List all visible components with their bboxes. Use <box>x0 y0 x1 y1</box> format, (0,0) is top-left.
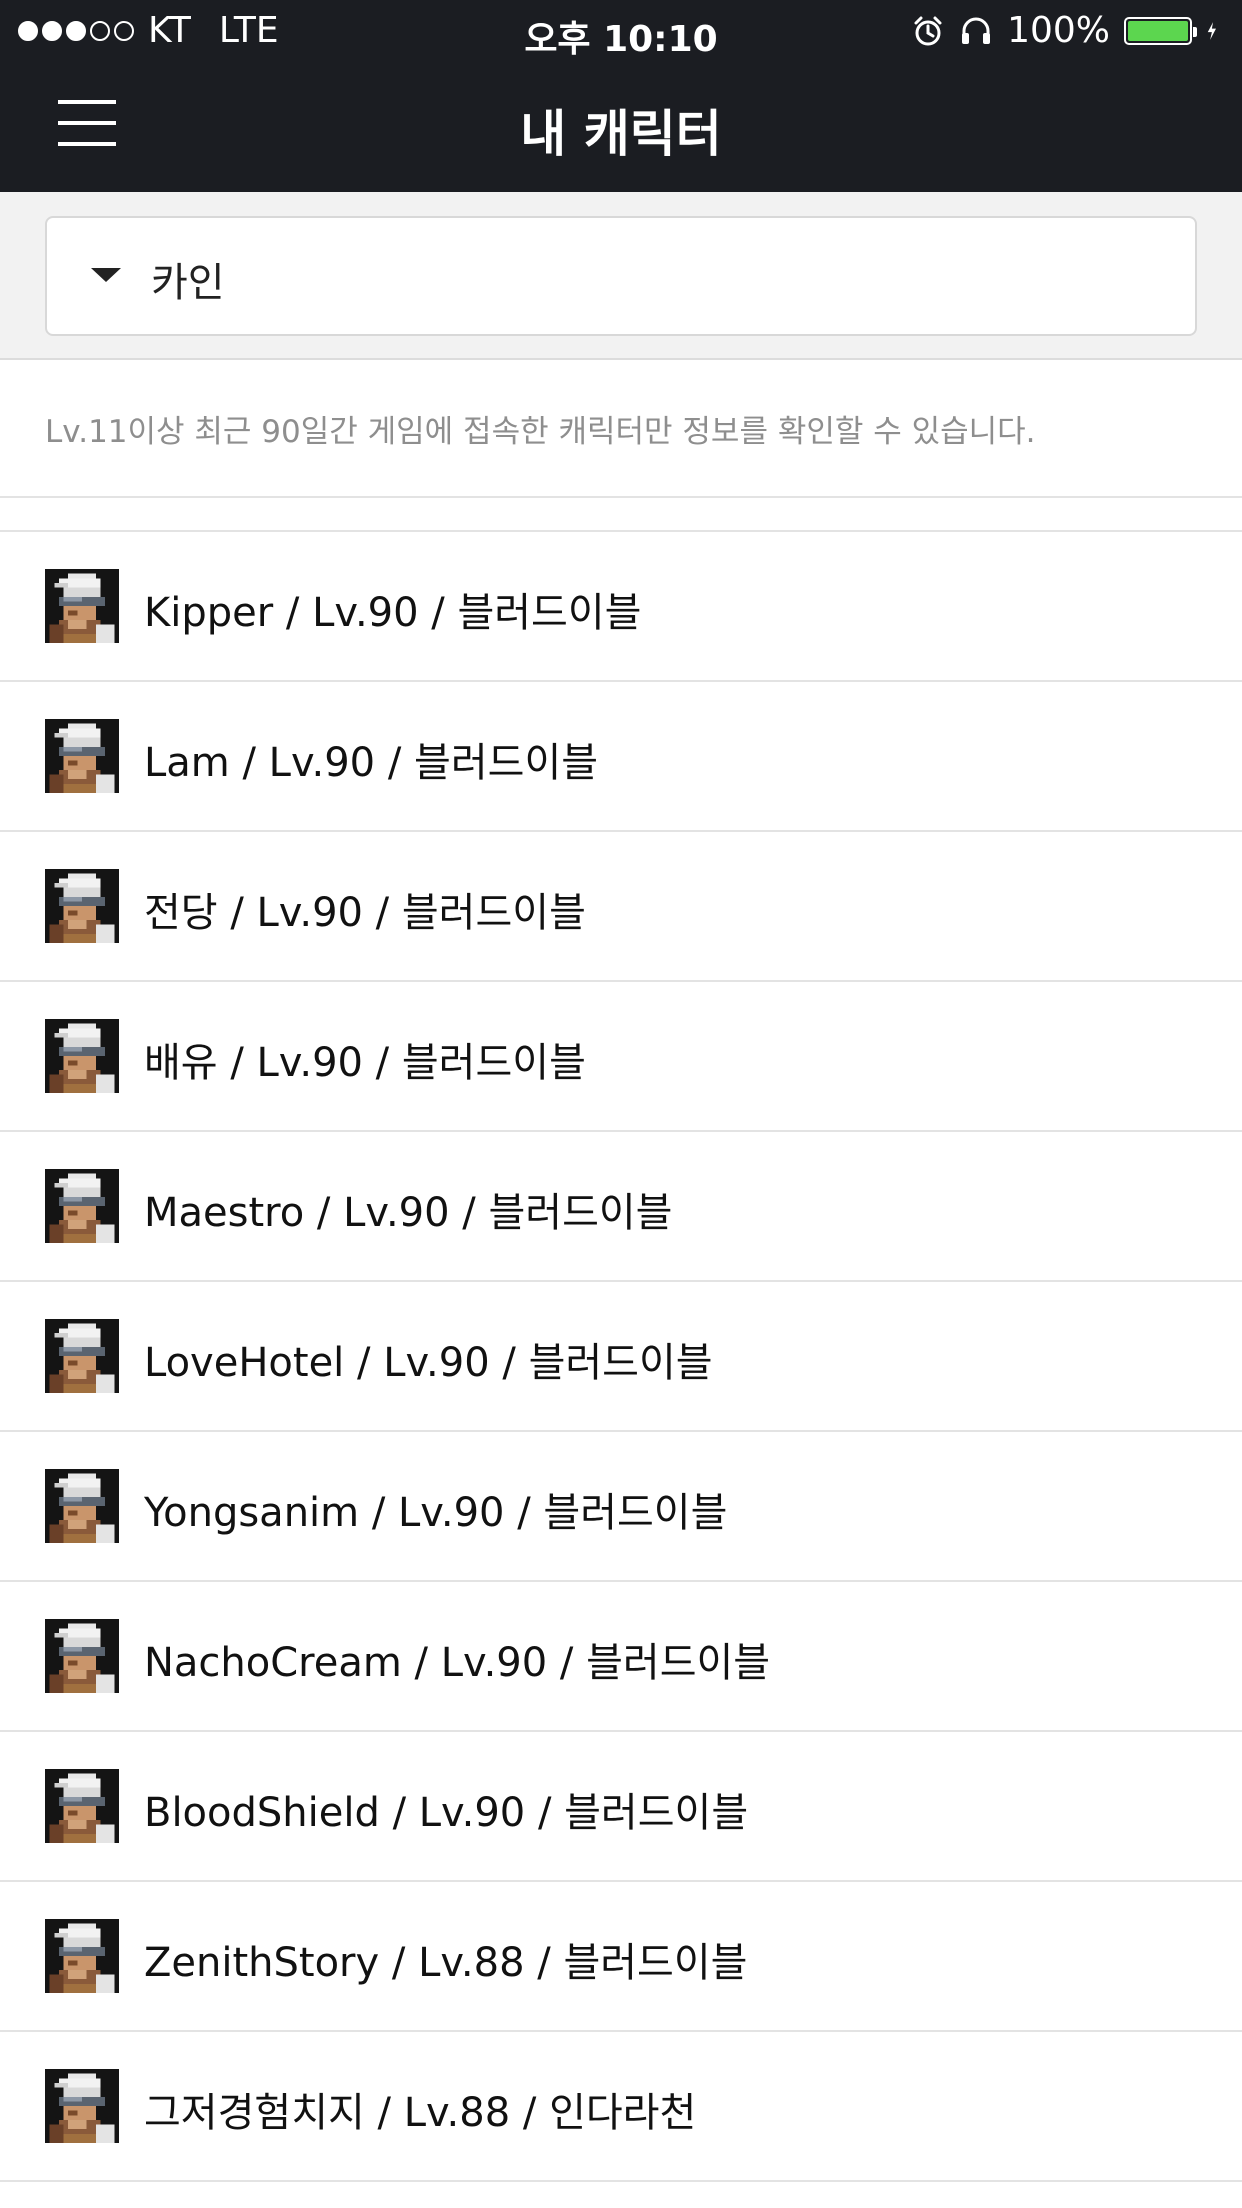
character-avatar <box>45 569 119 643</box>
character-label: ZenithStory / Lv.88 / 블러드이블 <box>144 1940 748 1986</box>
character-row[interactable]: 배유 / Lv.90 / 블러드이블 <box>0 982 1242 1132</box>
character-label: Lam / Lv.90 / 블러드이블 <box>144 740 599 786</box>
character-row[interactable]: Lam / Lv.90 / 블러드이블 <box>0 682 1242 832</box>
character-portrait-icon <box>45 2069 119 2143</box>
server-dropdown[interactable]: 카인 <box>45 216 1197 336</box>
character-label: NachoCream / Lv.90 / 블러드이블 <box>144 1640 771 1686</box>
character-row[interactable]: 전당 / Lv.90 / 블러드이블 <box>0 832 1242 982</box>
character-label: LoveHotel / Lv.90 / 블러드이블 <box>144 1340 713 1386</box>
character-portrait-icon <box>45 1619 119 1693</box>
server-dropdown-value: 카인 <box>151 260 225 306</box>
headphones-icon <box>962 17 991 44</box>
character-portrait-icon <box>45 1919 119 1993</box>
character-avatar <box>45 1619 119 1693</box>
character-avatar <box>45 1919 119 1993</box>
character-label: Yongsanim / Lv.90 / 블러드이블 <box>144 1490 728 1536</box>
character-avatar <box>45 869 119 943</box>
character-label: Maestro / Lv.90 / 블러드이블 <box>144 1190 673 1236</box>
character-portrait-icon <box>45 1169 119 1243</box>
character-portrait-icon <box>45 569 119 643</box>
character-label: Kipper / Lv.90 / 블러드이블 <box>144 590 642 636</box>
character-avatar <box>45 1469 119 1543</box>
character-label: 전당 / Lv.90 / 블러드이블 <box>144 890 586 936</box>
character-avatar <box>45 1319 119 1393</box>
character-avatar <box>45 719 119 793</box>
character-portrait-icon <box>45 1019 119 1093</box>
character-row[interactable]: BloodShield / Lv.90 / 블러드이블 <box>0 1732 1242 1882</box>
character-avatar <box>45 1169 119 1243</box>
character-row[interactable]: Kipper / Lv.90 / 블러드이블 <box>0 532 1242 682</box>
nav-bar: 내 캐릭터 <box>0 64 1242 192</box>
page-title: 내 캐릭터 <box>520 105 722 163</box>
character-portrait-icon <box>45 719 119 793</box>
character-avatar <box>45 1769 119 1843</box>
battery-fill <box>1128 20 1188 41</box>
status-bar: KT LTE 오후 10:10 100% <box>0 0 1242 64</box>
character-portrait-icon <box>45 1769 119 1843</box>
character-row[interactable]: LoveHotel / Lv.90 / 블러드이블 <box>0 1282 1242 1432</box>
server-selector-area: 카인 <box>0 192 1242 360</box>
character-row[interactable]: ZenithStory / Lv.88 / 블러드이블 <box>0 1882 1242 2032</box>
character-label: BloodShield / Lv.90 / 블러드이블 <box>144 1790 749 1836</box>
character-avatar <box>45 2069 119 2143</box>
character-label: 배유 / Lv.90 / 블러드이블 <box>144 1040 586 1086</box>
character-label: 그저경험치지 / Lv.88 / 인다라천 <box>144 2090 697 2136</box>
character-row[interactable]: 그저경험치지 / Lv.88 / 인다라천 <box>0 2032 1242 2182</box>
character-list: Kipper / Lv.90 / 블러드이블 Lam / Lv.90 / 블러드… <box>0 532 1242 2182</box>
battery-percent: 100% <box>1007 10 1110 51</box>
notice-section: Lv.11이상 최근 90일간 게임에 접속한 캐릭터만 정보를 확인할 수 있… <box>0 360 1242 498</box>
character-portrait-icon <box>45 1469 119 1543</box>
notice-text: Lv.11이상 최근 90일간 게임에 접속한 캐릭터만 정보를 확인할 수 있… <box>45 414 1036 450</box>
battery-icon <box>1124 16 1197 45</box>
character-portrait-icon <box>45 1319 119 1393</box>
battery-cap <box>1193 26 1197 37</box>
character-portrait-icon <box>45 869 119 943</box>
caret-down-icon <box>91 268 121 282</box>
alarm-icon <box>914 16 942 45</box>
character-avatar <box>45 1019 119 1093</box>
status-right: 100% <box>911 10 1226 51</box>
character-row[interactable]: NachoCream / Lv.90 / 블러드이블 <box>0 1582 1242 1732</box>
character-row[interactable]: Maestro / Lv.90 / 블러드이블 <box>0 1132 1242 1282</box>
character-row[interactable]: Yongsanim / Lv.90 / 블러드이블 <box>0 1432 1242 1582</box>
charging-bolt-icon <box>1207 21 1216 40</box>
